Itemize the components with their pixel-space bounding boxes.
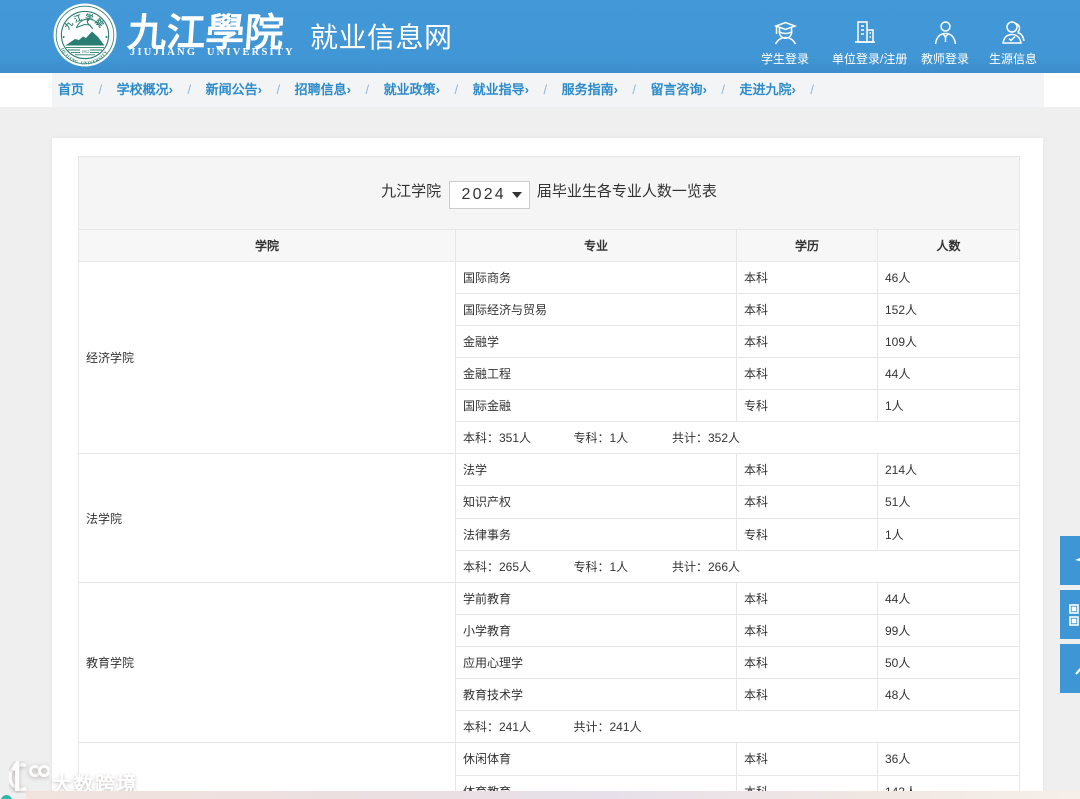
- svg-text:1902: 1902: [81, 50, 89, 54]
